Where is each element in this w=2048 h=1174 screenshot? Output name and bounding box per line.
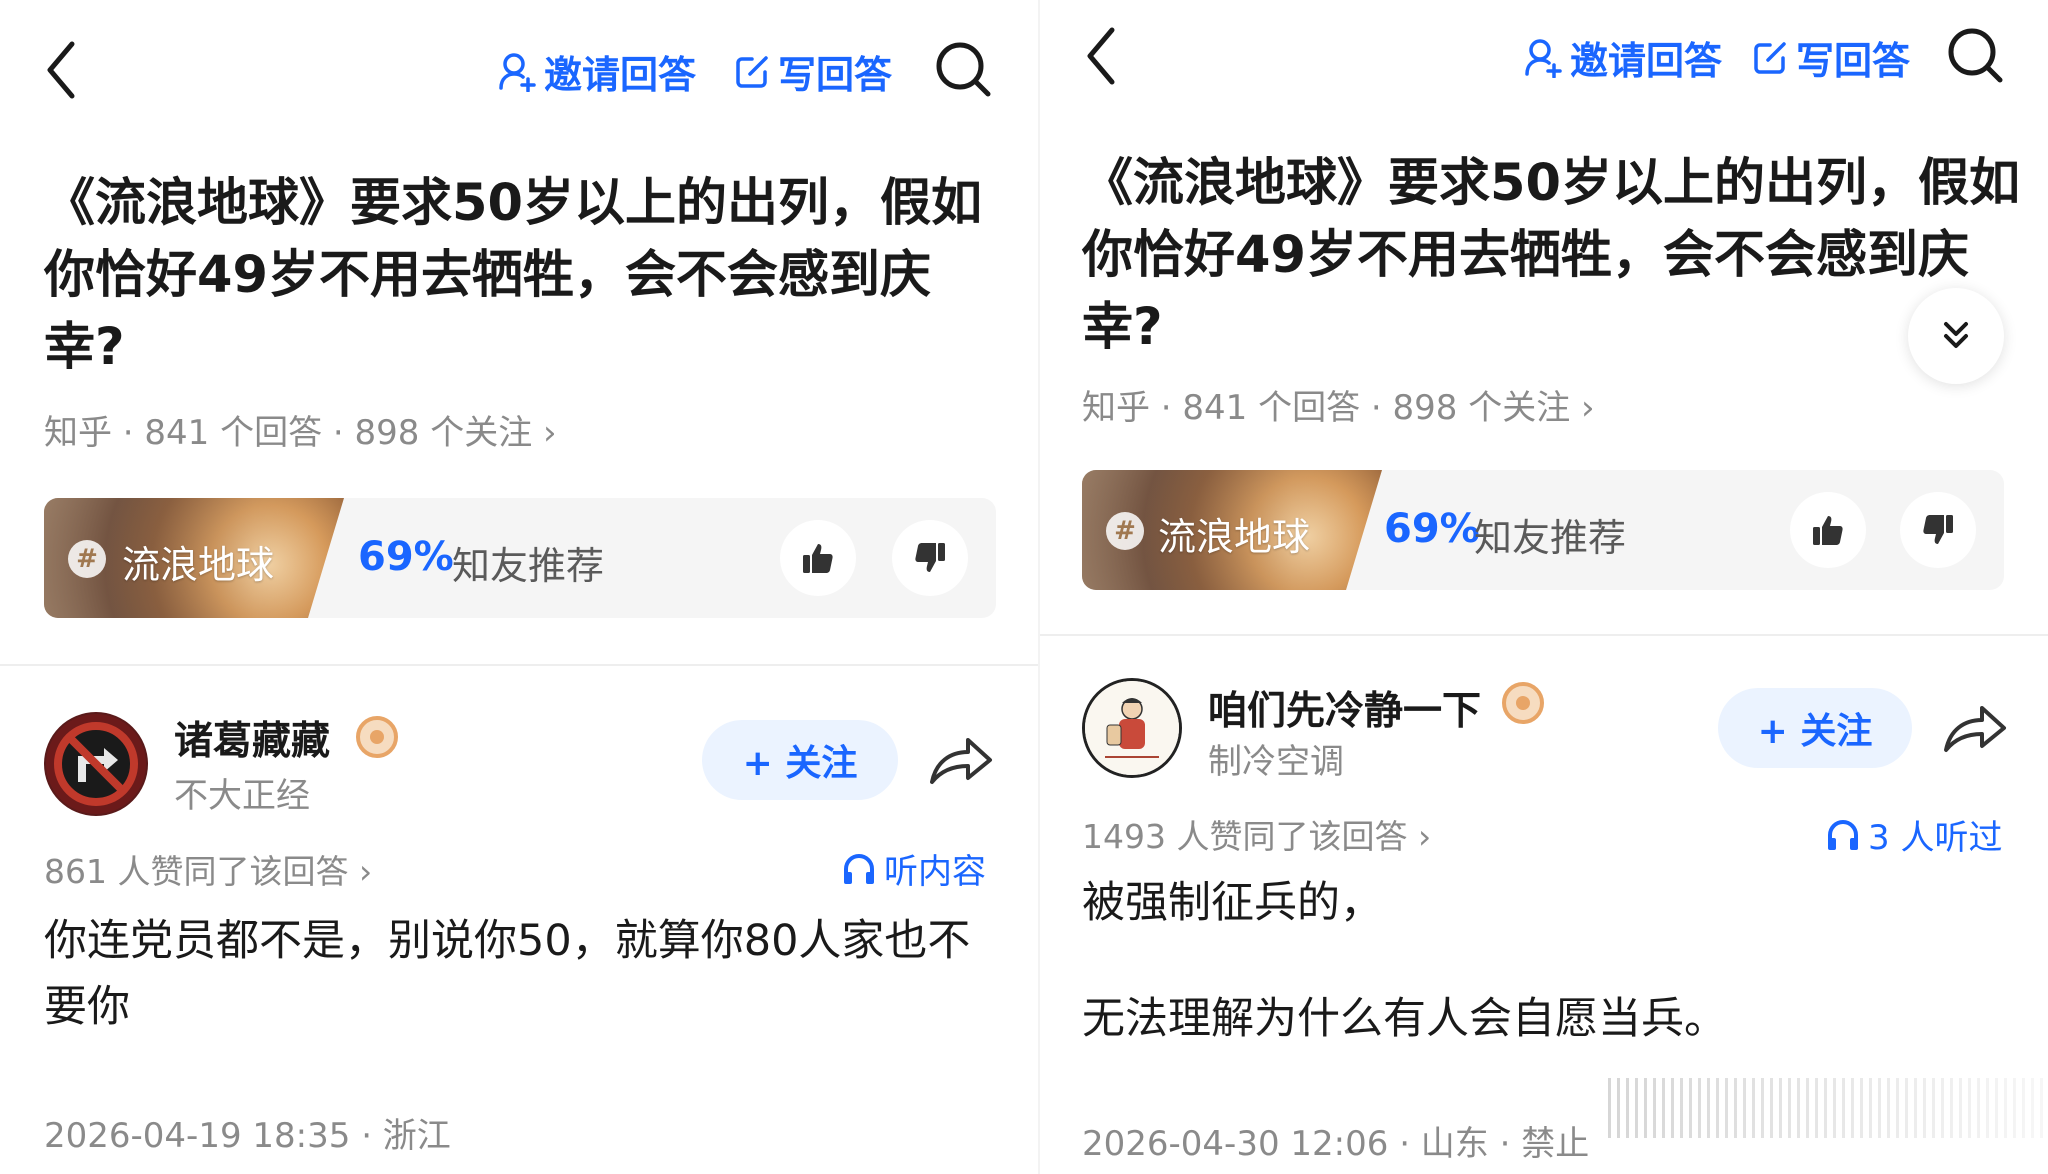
hash-icon: # [1106,512,1144,550]
search-icon[interactable] [934,40,992,98]
section-divider [0,664,1040,666]
topic-name: 流浪地球 [1158,515,1311,559]
left-screen: 邀请回答 写回答 《流浪地球》要求50岁以上的出列，假如你恰好49岁不用去牺牲，… [0,0,1040,1174]
topic-name: 流浪地球 [122,543,275,587]
thumbs-down-button[interactable] [892,520,968,596]
thumbs-up-button[interactable] [1790,492,1866,568]
recommend-label: 知友推荐 [1474,516,1627,560]
invite-answer-label: 邀请回答 [544,53,697,97]
right-screen: 邀请回答 写回答 《流浪地球》要求50岁以上的出列，假如你恰好49岁不用去牺牲，… [1040,0,2048,1174]
question-meta[interactable]: 知乎 · 841 个回答 · 898 个关注 › [1082,380,1595,429]
author-description: 不大正经 [174,776,310,816]
listen-button[interactable]: 3 人听过 [1826,810,2002,859]
avatar[interactable] [44,712,148,816]
invite-answer-button[interactable]: 邀请回答 [498,44,696,99]
write-answer-button[interactable]: 写回答 [1752,30,1910,85]
share-icon[interactable] [928,734,994,786]
write-answer-label: 写回答 [1796,39,1911,83]
user-plus-icon [499,52,536,92]
recommend-percent: 69% [358,534,454,580]
answer-content-line-2[interactable]: 无法理解为什么有人会自愿当兵。 [1082,986,2022,1052]
share-icon[interactable] [1942,702,2008,754]
recommend-percent: 69% [1384,506,1480,552]
hash-icon: # [68,540,106,578]
question-title[interactable]: 《流浪地球》要求50岁以上的出列，假如你恰好49岁不用去牺牲，会不会感到庆幸? [1082,148,2022,364]
badge-icon [1502,682,1544,724]
recommend-label: 知友推荐 [452,544,605,588]
search-icon[interactable] [1946,26,2004,84]
chevron-double-down-icon [1944,322,1968,348]
thumbs-up-button[interactable] [780,520,856,596]
avatar[interactable] [1082,678,1182,778]
follow-button[interactable]: + 关注 [1718,688,1912,768]
write-answer-button[interactable]: 写回答 [734,44,892,99]
back-icon[interactable] [1082,24,1122,88]
answer-timestamp: 2026-04-19 18:35 · 浙江 [44,1116,451,1156]
headphones-icon [1828,819,1858,850]
answer-content-line-1[interactable]: 被强制征兵的， [1082,870,2022,936]
topic-card[interactable]: # 流浪地球 69% 知友推荐 [44,498,996,618]
listen-label: 3 人听过 [1868,818,2003,858]
section-divider [1040,634,2048,636]
question-title[interactable]: 《流浪地球》要求50岁以上的出列，假如你恰好49岁不用去牺牲，会不会感到庆幸? [44,168,1004,384]
likes-count[interactable]: 1493 人赞同了该回答 › [1082,810,1431,858]
write-answer-label: 写回答 [778,53,893,97]
invite-answer-label: 邀请回答 [1570,39,1723,83]
invite-answer-button[interactable]: 邀请回答 [1524,30,1722,85]
badge-icon [356,716,398,758]
answer-content[interactable]: 你连党员都不是，别说你50，就算你80人家也不要你 [44,908,984,1040]
author-name[interactable]: 咱们先冷静一下 [1208,680,1481,736]
thumbs-down-icon [915,543,945,572]
author-description: 制冷空调 [1208,742,1344,782]
topic-card[interactable]: # 流浪地球 69% 知友推荐 [1082,470,2004,590]
headphones-icon [844,853,874,884]
thumbs-up-icon [1813,516,1843,545]
thumbs-down-icon [1923,515,1953,544]
author-name[interactable]: 诸葛藏藏 [174,710,330,766]
edit-icon [736,55,768,88]
follow-button[interactable]: + 关注 [702,720,898,800]
thumbs-up-icon [803,544,833,573]
answer-timestamp: 2026-04-30 12:06 · 山东 · 禁止 [1082,1124,1590,1164]
user-plus-icon [1525,38,1562,78]
watermark-overlay [1608,1078,2048,1138]
listen-label: 听内容 [884,852,986,892]
likes-count[interactable]: 861 人赞同了该回答 › [44,845,372,893]
thumbs-down-button[interactable] [1900,492,1976,568]
avatar-illustration [1085,681,1179,775]
listen-button[interactable]: 听内容 [842,844,986,893]
expand-button[interactable] [1908,288,2004,384]
edit-icon [1754,41,1786,74]
no-right-turn-icon [46,714,146,814]
question-meta[interactable]: 知乎 · 841 个回答 · 898 个关注 › [44,405,557,454]
back-icon[interactable] [42,38,82,102]
